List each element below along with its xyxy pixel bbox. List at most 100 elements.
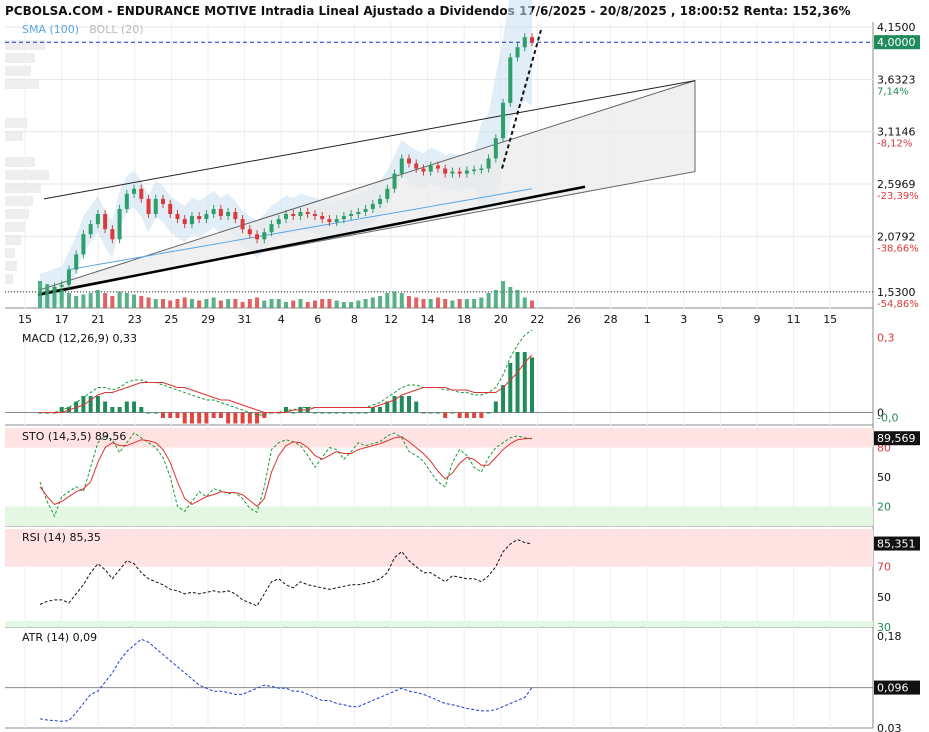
macd-histogram-bar — [247, 412, 252, 424]
candle-body — [66, 269, 71, 285]
macd-histogram-bar — [291, 412, 296, 414]
volume-profile-bar — [5, 274, 13, 284]
macd-histogram-bar — [349, 412, 354, 414]
volume-bar — [276, 299, 281, 308]
macd-histogram-bar — [435, 412, 440, 414]
candle-body — [189, 216, 194, 225]
volume-bar — [211, 297, 216, 308]
candle-body — [226, 211, 231, 217]
volume-bar — [38, 281, 42, 308]
macd-histogram-bar — [168, 412, 173, 418]
x-tick-label: 9 — [754, 313, 761, 326]
volume-bar — [240, 302, 245, 308]
macd-histogram-bar — [407, 396, 411, 413]
volume-bar — [189, 299, 194, 308]
candle-body — [240, 219, 245, 230]
candle-body — [88, 224, 93, 235]
macd-histogram-bar — [233, 412, 238, 424]
volume-bar — [168, 300, 173, 308]
price-y-tick: 1,5300 — [877, 286, 916, 299]
x-tick-label: 18 — [457, 313, 471, 326]
candle-body — [74, 254, 79, 270]
volume-bar — [247, 299, 252, 308]
candle-body — [327, 219, 332, 223]
atr-line — [39, 638, 533, 722]
x-tick-label: 4 — [278, 313, 285, 326]
volume-profile-bar — [5, 196, 33, 206]
volume-bar — [486, 293, 491, 308]
macd-label: MACD (12,26,9) 0,33 — [22, 332, 137, 345]
macd-histogram-bar — [218, 412, 223, 418]
candle-body — [233, 211, 238, 220]
x-tick-label: 20 — [494, 313, 508, 326]
x-tick-label: 8 — [351, 313, 358, 326]
macd-histogram-bar — [508, 363, 513, 413]
volume-bar — [103, 293, 108, 308]
volume-bar — [110, 296, 115, 308]
volume-bar — [59, 290, 64, 308]
candle-body — [110, 229, 115, 240]
macd-histogram-bar — [356, 412, 361, 414]
volume-bar — [378, 296, 383, 308]
candle-body — [312, 214, 317, 217]
candle-body — [501, 102, 506, 139]
x-tick-label: 12 — [384, 313, 398, 326]
volume-bar — [479, 297, 484, 308]
macd-histogram-bar — [226, 412, 231, 424]
macd-histogram-bar — [139, 407, 144, 413]
candle-body — [59, 284, 64, 287]
candle-body — [218, 208, 223, 217]
macd-histogram-bar — [204, 412, 209, 424]
rsi-y-tick: 70 — [877, 561, 891, 574]
price-y-tick: 4,1500 — [877, 21, 916, 34]
atr-last-label: 0,096 — [877, 682, 909, 695]
volume-bar — [320, 299, 325, 308]
candle-body — [407, 158, 411, 164]
candle-body — [255, 234, 260, 240]
volume-bar — [515, 290, 520, 308]
volume-bar — [363, 299, 368, 308]
volume-bar — [356, 300, 361, 308]
candle-body — [291, 214, 296, 217]
candle-body — [349, 214, 354, 217]
price-legend-item: BOLL (20) — [89, 23, 143, 36]
rsi-label: RSI (14) 85,35 — [22, 531, 101, 544]
candle-body — [464, 170, 469, 174]
sto-last-label: 89,569 — [877, 432, 916, 445]
volume-bar — [305, 302, 310, 308]
candle-body — [457, 171, 462, 174]
macd-histogram-bar — [320, 412, 325, 414]
macd-histogram-bar — [124, 401, 129, 413]
sto-overbought-zone — [5, 428, 873, 448]
candle-body — [421, 168, 426, 172]
x-tick-label: 11 — [787, 313, 801, 326]
candle-body — [428, 165, 433, 172]
macd-histogram-bar — [443, 412, 448, 418]
volume-bar — [370, 297, 375, 308]
sto-y-tick: 20 — [877, 500, 891, 513]
candle-body — [472, 169, 477, 172]
macd-histogram-bar — [132, 401, 137, 413]
price-y-tick: 3,6323 — [877, 73, 916, 86]
sto-label: STO (14,3,5) 89,56 — [22, 430, 126, 443]
macd-histogram-bar — [399, 396, 404, 413]
x-tick-label: 1 — [644, 313, 651, 326]
candle-body — [385, 188, 390, 199]
volume-bar — [182, 297, 187, 308]
candle-body — [132, 188, 137, 194]
x-tick-label: 3 — [680, 313, 687, 326]
x-tick-label: 23 — [128, 313, 142, 326]
macd-histogram-bar — [464, 412, 469, 418]
volume-bar — [255, 297, 260, 308]
chart-canvas: 15 17 21 23 25 29 31 4 6 8 12 14 18 20 22 26 28 1 3 5 9 11 15 S… — [5, 0, 920, 732]
volume-profile-bar — [5, 131, 23, 141]
candle-body — [95, 214, 100, 225]
candle-body — [146, 198, 151, 215]
last-price-label: 4,0000 — [877, 36, 916, 49]
x-tick-label: 5 — [717, 313, 724, 326]
price-y-tick: 3,1146 — [877, 126, 916, 139]
macd-histogram-bar — [486, 412, 491, 414]
volume-bar — [117, 291, 122, 308]
x-tick-label: 17 — [55, 313, 69, 326]
volume-bar — [146, 297, 151, 308]
